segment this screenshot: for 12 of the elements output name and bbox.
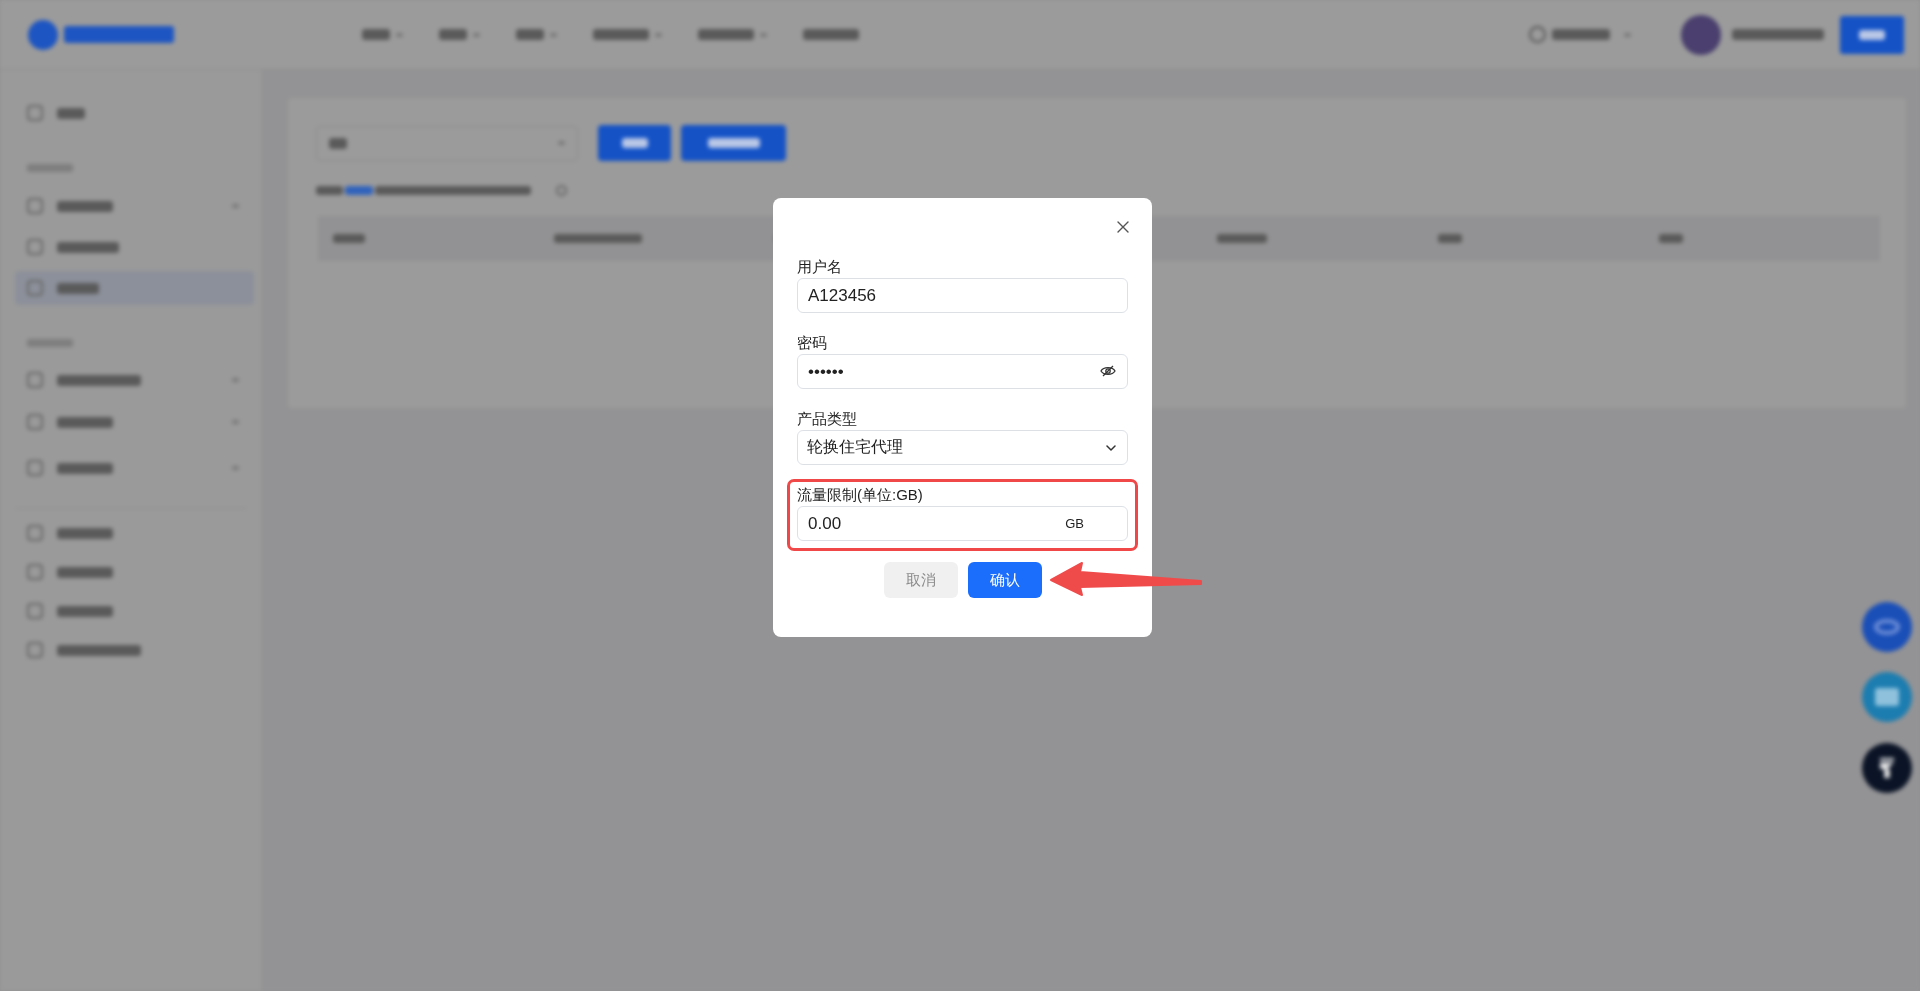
chevron-down-icon: [1106, 444, 1116, 451]
field-label: 产品类型: [797, 409, 858, 429]
input-field[interactable]: A123456: [797, 278, 1128, 313]
select-field[interactable]: 轮换住宅代理: [797, 430, 1128, 465]
password-field[interactable]: ••••••: [797, 354, 1128, 389]
eye-slash-icon[interactable]: [1100, 365, 1116, 377]
field-label: 密码: [797, 333, 828, 353]
field-label: 流量限制(单位:GB): [797, 485, 924, 505]
field-label: 用户名: [797, 257, 843, 277]
close-icon: [1117, 221, 1129, 233]
confirm-button[interactable]: 确认: [967, 562, 1042, 598]
unit-label: GB: [1065, 515, 1084, 533]
